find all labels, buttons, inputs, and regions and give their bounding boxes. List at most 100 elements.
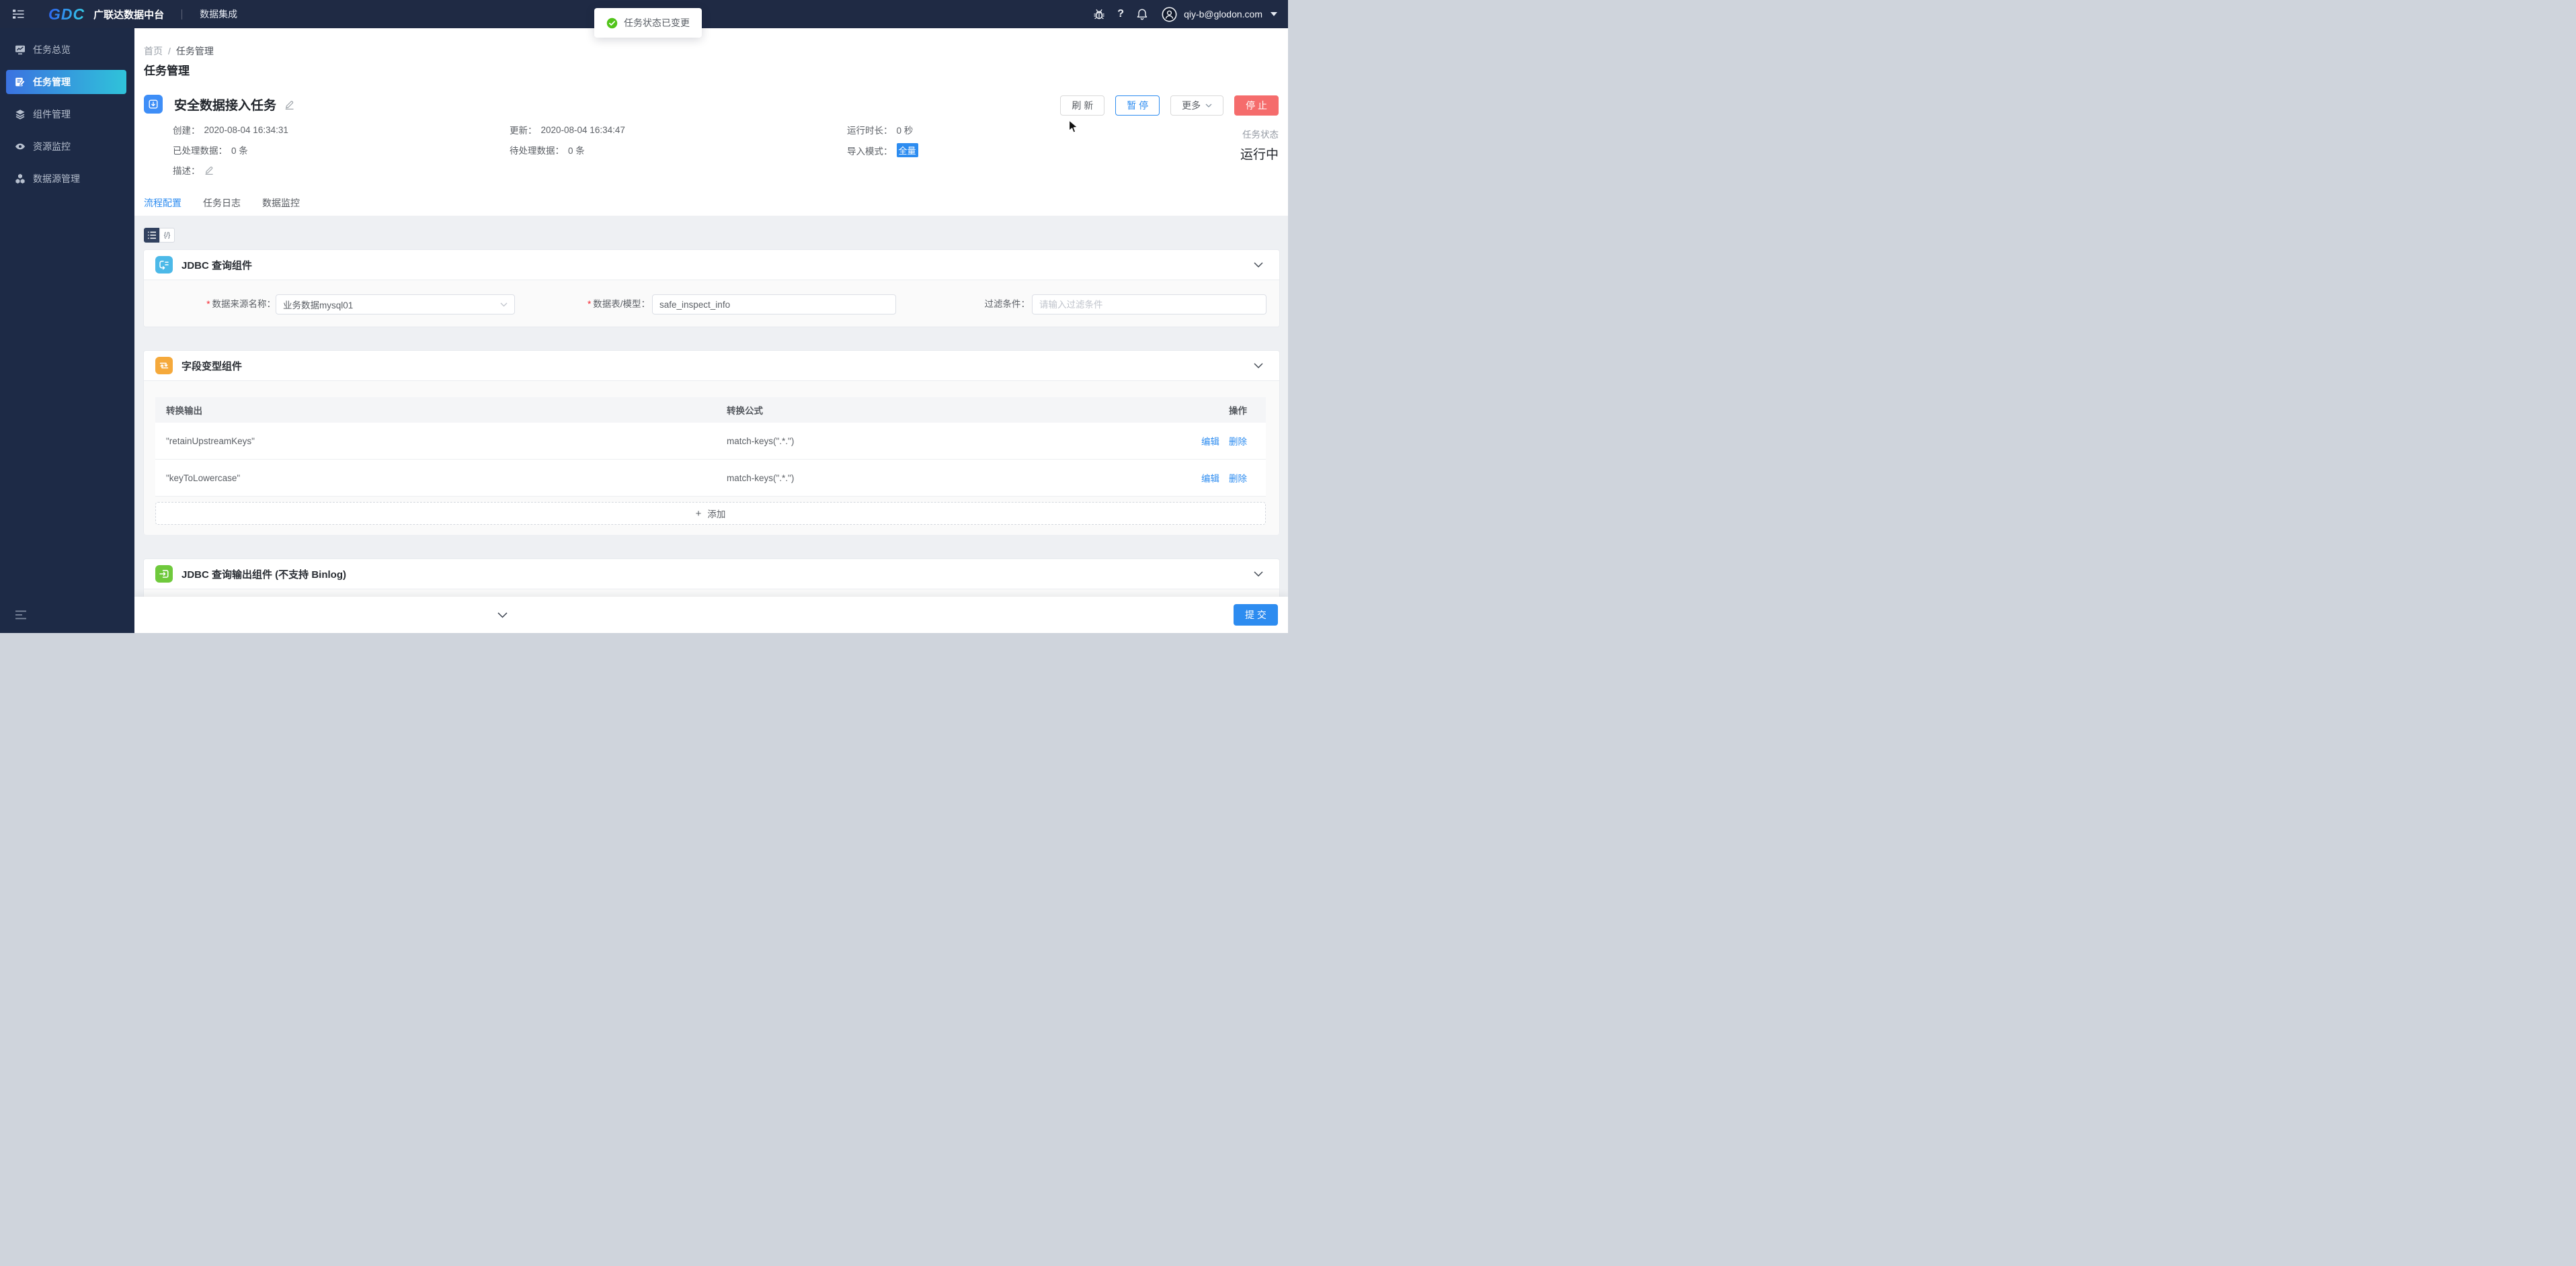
footer-bar: 提 交: [134, 597, 1288, 633]
collapse-chevron-icon[interactable]: [1254, 262, 1263, 267]
field-transform-card-body: 转换输出 转换公式 操作 "retainUpstreamKeys" match-…: [144, 380, 1279, 535]
brand-logo: GDC: [48, 5, 85, 24]
updated-label: 更新：: [510, 123, 537, 136]
more-button-label: 更多: [1182, 99, 1201, 112]
jdbc-query-card-header[interactable]: JDBC 查询组件: [144, 250, 1279, 280]
task-processed: 已处理数据： 0 条: [173, 143, 248, 157]
stop-button[interactable]: 停 止: [1234, 95, 1279, 116]
toast-message: 任务状态已变更: [624, 16, 690, 30]
pause-button[interactable]: 暂 停: [1115, 95, 1160, 116]
row-output: "keyToLowercase": [155, 473, 715, 483]
main-content: 首页/任务管理 任务管理 安全数据接入任务 创建：2020-08-04 16:3…: [134, 28, 1288, 633]
tab-data-monitor[interactable]: 数据监控: [262, 196, 300, 217]
sidebar-item-label: 任务总览: [33, 43, 71, 56]
task-pending: 待处理数据：0 条: [510, 143, 585, 157]
avatar[interactable]: [1162, 7, 1177, 22]
edit-row-link[interactable]: 编辑: [1201, 434, 1219, 448]
delete-row-link[interactable]: 删除: [1229, 471, 1247, 484]
card-title: JDBC 查询输出组件 (不支持 Binlog): [182, 567, 1245, 581]
task-import-mode: 导入模式：全量: [847, 143, 918, 157]
task-description: 描述：: [173, 163, 214, 177]
layers-icon: [15, 109, 26, 120]
created-value: 2020-08-04 16:34:31: [204, 125, 288, 135]
sidebar-item-resource-monitor[interactable]: 资源监控: [6, 134, 126, 159]
sidebar-item-task-overview[interactable]: 任务总览: [6, 38, 126, 62]
created-label: 创建：: [173, 123, 200, 136]
table-model-input[interactable]: [652, 294, 896, 314]
task-edit-icon: [15, 77, 26, 87]
field-transform-card-header[interactable]: 字段变型组件: [144, 351, 1279, 380]
status-label: 任务状态: [1240, 127, 1279, 140]
code-view-label: {/}: [164, 232, 170, 239]
jdbc-output-card: JDBC 查询输出组件 (不支持 Binlog): [143, 558, 1280, 597]
processed-value: 0 条: [231, 143, 248, 157]
tab-task-log[interactable]: 任务日志: [203, 196, 241, 217]
task-updated: 更新：2020-08-04 16:34:47: [510, 123, 625, 136]
menu-collapse-icon[interactable]: [13, 9, 24, 19]
add-button-label: 添加: [707, 507, 725, 520]
collapse-chevron-icon[interactable]: [1254, 363, 1263, 368]
tab-bar: 流程配置 任务日志 数据监控: [144, 196, 300, 217]
table-header-row: 转换输出 转换公式 操作: [155, 397, 1266, 423]
delete-row-link[interactable]: 删除: [1229, 434, 1247, 448]
column-header-output: 转换输出: [155, 403, 715, 417]
jdbc-query-icon: [155, 256, 173, 273]
sidebar-item-label: 数据源管理: [33, 172, 80, 185]
user-email[interactable]: qiy-b@glodon.com: [1184, 9, 1262, 19]
task-runtime: 运行时长：0 秒: [847, 123, 913, 136]
field-transform-icon: [155, 357, 173, 374]
edit-row-link[interactable]: 编辑: [1201, 471, 1219, 484]
jdbc-output-icon: [155, 565, 173, 583]
product-name: 广联达数据中台: [93, 7, 164, 22]
success-check-icon: [606, 17, 618, 29]
row-output: "retainUpstreamKeys": [155, 436, 715, 446]
panel-collapse-chevron-icon[interactable]: [497, 609, 508, 622]
breadcrumb-home[interactable]: 首页: [144, 46, 163, 56]
tab-flow-config[interactable]: 流程配置: [144, 196, 182, 217]
table-model-label: *数据表/模型：: [520, 294, 650, 314]
topbar-nav-data-integration[interactable]: 数据集成: [200, 7, 237, 21]
user-menu-caret-icon[interactable]: [1271, 12, 1277, 16]
eye-icon: [15, 141, 26, 152]
filter-input[interactable]: [1032, 294, 1266, 314]
sidebar-item-label: 任务管理: [33, 75, 71, 89]
breadcrumb-separator: /: [168, 46, 171, 56]
datasource-select[interactable]: 业务数据mysql01: [276, 294, 515, 314]
edit-description-icon[interactable]: [204, 165, 214, 175]
list-view-icon: [147, 231, 157, 239]
flow-config-workspace: {/} JDBC 查询组件: [134, 216, 1288, 597]
add-transform-button[interactable]: + 添加: [155, 502, 1266, 525]
page-title: 任务管理: [144, 61, 190, 78]
view-toggle-group: {/}: [144, 228, 175, 243]
column-header-formula: 转换公式: [715, 403, 1146, 417]
code-view-toggle[interactable]: {/}: [159, 228, 175, 243]
status-value: 运行中: [1240, 144, 1279, 163]
import-task-icon: [144, 95, 163, 114]
filter-label: 过滤条件：: [902, 294, 1030, 314]
chevron-down-icon: [1205, 103, 1212, 108]
plus-icon: +: [696, 508, 702, 519]
bell-icon[interactable]: [1136, 8, 1148, 20]
sidebar-collapse-icon[interactable]: [15, 610, 27, 623]
jdbc-query-card: JDBC 查询组件 *数据来源名称： 业务数据mysql01 *数据表/模型：: [143, 249, 1280, 327]
help-icon[interactable]: ?: [1117, 8, 1124, 20]
dashboard-icon: [15, 44, 26, 55]
sidebar-item-datasource-management[interactable]: 数据源管理: [6, 167, 126, 191]
task-action-buttons: 刷 新 暂 停 更多 停 止: [1060, 95, 1279, 116]
jdbc-output-card-header[interactable]: JDBC 查询输出组件 (不支持 Binlog): [144, 559, 1279, 589]
refresh-button[interactable]: 刷 新: [1060, 95, 1104, 116]
more-button[interactable]: 更多: [1170, 95, 1223, 116]
bug-report-icon[interactable]: [1093, 8, 1105, 20]
submit-button[interactable]: 提 交: [1234, 604, 1278, 626]
processed-label: 已处理数据：: [173, 143, 227, 157]
row-formula: match-keys(".*."): [715, 436, 1146, 446]
sidebar-item-task-management[interactable]: 任务管理: [6, 70, 126, 94]
list-view-toggle[interactable]: [144, 228, 159, 243]
card-title: 字段变型组件: [182, 359, 1245, 373]
edit-task-name-icon[interactable]: [284, 99, 294, 110]
task-status: 任务状态 运行中: [1240, 127, 1279, 163]
collapse-chevron-icon[interactable]: [1254, 571, 1263, 577]
task-created: 创建： 2020-08-04 16:34:31: [173, 123, 288, 136]
runtime-value: 0 秒: [897, 123, 914, 136]
sidebar-item-component-management[interactable]: 组件管理: [6, 102, 126, 126]
